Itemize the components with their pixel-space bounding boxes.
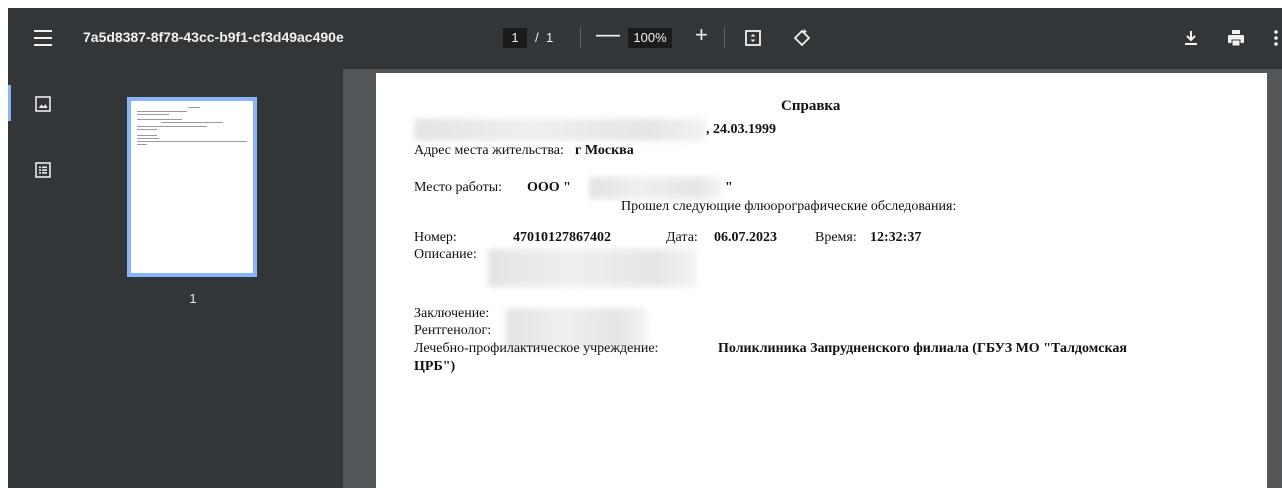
radiologist-label: Рентгенолог: <box>414 323 492 338</box>
print-icon[interactable] <box>1226 28 1246 48</box>
download-icon[interactable] <box>1181 28 1201 48</box>
toolbar-divider <box>580 27 581 49</box>
date-label: Дата: <box>666 230 698 245</box>
more-options-icon[interactable] <box>1270 28 1282 48</box>
page-number-input[interactable]: 1 <box>503 28 527 48</box>
toolbar-divider <box>724 27 725 49</box>
page-separator: / <box>535 30 539 45</box>
exams-text: Прошел следующие флюорографические обсле… <box>621 199 957 214</box>
institution-value-line2: ЦРБ") <box>414 359 456 374</box>
number-value: 47010127867402 <box>513 230 611 245</box>
document-page: Справка , 24.03.1999 Адрес места жительс… <box>376 73 1267 488</box>
redacted-name <box>414 119 706 141</box>
page-thumbnail[interactable] <box>127 97 257 277</box>
zoom-input[interactable]: 100% <box>628 28 672 48</box>
description-label: Описание: <box>414 247 477 262</box>
menu-icon[interactable] <box>34 30 52 46</box>
toolbar: 7a5d8387-8f78-43cc-b9f1-cf3d49ac490e 1 /… <box>8 8 1282 69</box>
address-label: Адрес места жительства: <box>414 143 564 158</box>
zoom-out-button[interactable]: — <box>596 23 620 47</box>
outline-view-icon[interactable] <box>34 161 52 179</box>
thumbnail-page-number: 1 <box>189 291 197 306</box>
number-label: Номер: <box>414 230 457 245</box>
work-label: Место работы: <box>414 180 503 195</box>
rotate-icon[interactable] <box>792 28 812 48</box>
fit-page-icon[interactable] <box>743 28 763 48</box>
redacted-description <box>488 249 696 287</box>
time-value: 12:32:37 <box>870 230 922 245</box>
time-label: Время: <box>815 230 857 245</box>
work-org-suffix: " <box>725 180 733 195</box>
date-value: 06.07.2023 <box>714 230 777 245</box>
address-value: г Москва <box>575 143 634 158</box>
institution-value-line1: Поликлиника Запрудненского филиала (ГБУЗ… <box>718 341 1127 356</box>
document-title: 7a5d8387-8f78-43cc-b9f1-cf3d49ac490e <box>83 29 344 45</box>
conclusion-label: Заключение: <box>414 306 490 321</box>
pdf-viewer: 7a5d8387-8f78-43cc-b9f1-cf3d49ac490e 1 /… <box>8 8 1282 488</box>
thumbnails-view-icon[interactable] <box>34 95 52 113</box>
work-org-prefix: ООО " <box>527 180 571 195</box>
thumbnail-sidebar: 1 <box>8 69 343 488</box>
scrollbar[interactable] <box>1268 69 1282 488</box>
institution-label: Лечебно-профилактическое учреждение: <box>414 341 659 356</box>
document-heading: Справка <box>781 98 841 114</box>
zoom-in-button[interactable]: + <box>695 24 708 46</box>
redacted-organization <box>589 177 721 199</box>
page-total: 1 <box>546 30 554 45</box>
birth-date: , 24.03.1999 <box>706 122 776 137</box>
active-indicator <box>8 85 11 121</box>
